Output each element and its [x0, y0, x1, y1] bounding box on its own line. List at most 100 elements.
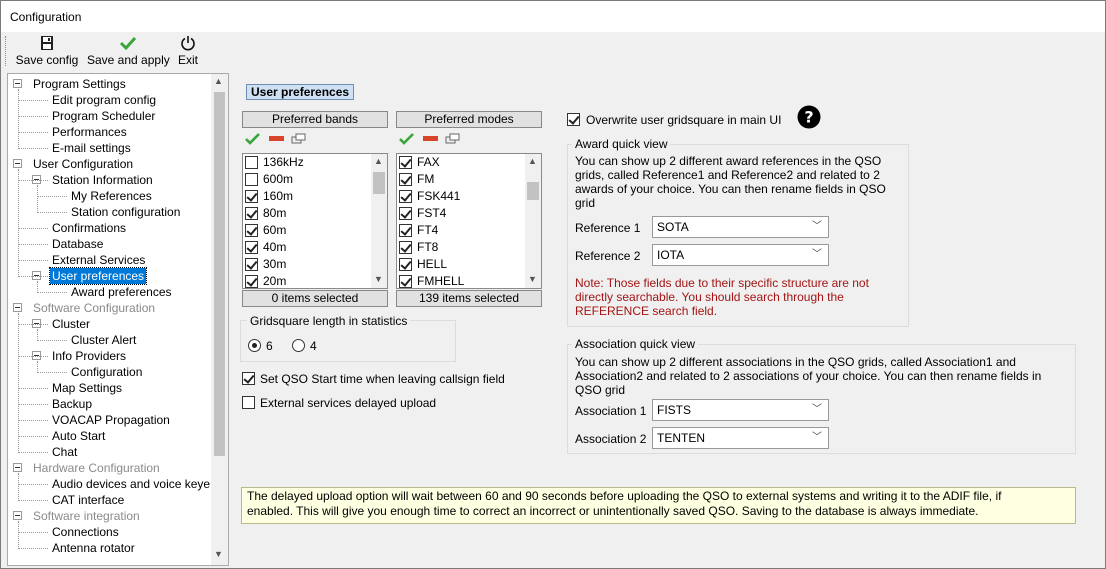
mode-list-item[interactable]: FM	[399, 171, 523, 188]
bands-scrollbar[interactable]: ▲ ▼	[371, 154, 387, 288]
bands-scroll-up-icon[interactable]: ▲	[374, 156, 383, 166]
band-list-item[interactable]: 160m	[245, 188, 369, 205]
tree-item-antenna-rotator[interactable]: Antenna rotator	[50, 540, 137, 556]
bands-scroll-thumb[interactable]	[373, 172, 385, 194]
tree-item-cat-interface[interactable]: CAT interface	[50, 492, 126, 508]
mode-item-checkbox[interactable]	[399, 190, 412, 203]
mode-list-item[interactable]: FMHELL	[399, 273, 523, 288]
modes-check-all-icon[interactable]	[399, 133, 415, 145]
mode-item-checkbox[interactable]	[399, 224, 412, 237]
bands-scroll-down-icon[interactable]: ▼	[374, 274, 383, 284]
band-item-checkbox[interactable]	[245, 224, 258, 237]
band-list-item[interactable]: 136kHz	[245, 154, 369, 171]
mode-list-item[interactable]: FAX	[399, 154, 523, 171]
association2-select[interactable]: TENTEN ﹀	[652, 427, 829, 449]
tree-item-cluster[interactable]: Cluster	[50, 316, 92, 332]
band-list-item[interactable]: 40m	[245, 239, 369, 256]
tree-item-map-settings[interactable]: Map Settings	[50, 380, 124, 396]
tree-item-backup[interactable]: Backup	[50, 396, 94, 412]
reference2-select[interactable]: IOTA ﹀	[652, 244, 829, 266]
tree-item-station-information[interactable]: Station Information	[50, 172, 155, 188]
tree-collapse-icon[interactable]	[13, 303, 22, 312]
mode-list-item[interactable]: HELL	[399, 256, 523, 273]
tree-item-program-settings[interactable]: Program Settings	[31, 76, 128, 92]
tree-item-audio-devices-and-voice-keye[interactable]: Audio devices and voice keye	[50, 476, 212, 492]
toolbar-grip[interactable]	[5, 36, 7, 66]
tree-item-auto-start[interactable]: Auto Start	[50, 428, 107, 444]
tree-item-hardware-configuration[interactable]: Hardware Configuration	[31, 460, 162, 476]
scroll-up-icon[interactable]: ▲	[214, 76, 223, 86]
tree-collapse-icon[interactable]	[13, 79, 22, 88]
tree-item-database[interactable]: Database	[50, 236, 105, 252]
tree-item-chat[interactable]: Chat	[50, 444, 79, 460]
save-config-button[interactable]: Save config	[15, 35, 79, 67]
mode-item-checkbox[interactable]	[399, 241, 412, 254]
tree-item-e-mail-settings[interactable]: E-mail settings	[50, 140, 133, 156]
mode-item-checkbox[interactable]	[399, 173, 412, 186]
band-list-item[interactable]: 80m	[245, 205, 369, 222]
set-qso-start-checkbox[interactable]	[242, 372, 255, 385]
tree-item-my-references[interactable]: My References	[69, 188, 154, 204]
modes-scroll-up-icon[interactable]: ▲	[528, 156, 537, 166]
exit-button[interactable]: Exit	[175, 35, 201, 67]
tree-item-station-configuration[interactable]: Station configuration	[69, 204, 182, 220]
modes-invert-selection-icon[interactable]	[445, 133, 461, 145]
mode-list-item[interactable]: FT8	[399, 239, 523, 256]
tree-item-external-services[interactable]: External Services	[50, 252, 147, 268]
modes-scroll-thumb[interactable]	[527, 182, 539, 200]
band-item-checkbox[interactable]	[245, 207, 258, 220]
help-icon[interactable]: ?	[797, 105, 821, 129]
tree-item-performances[interactable]: Performances	[50, 124, 129, 140]
band-item-checkbox[interactable]	[245, 190, 258, 203]
modes-uncheck-all-icon[interactable]	[423, 135, 439, 143]
gridsquare-6-radio[interactable]	[248, 339, 261, 352]
band-list-item[interactable]: 60m	[245, 222, 369, 239]
tree-item-configuration[interactable]: Configuration	[69, 364, 144, 380]
external-delayed-checkbox[interactable]	[242, 396, 255, 409]
band-item-checkbox[interactable]	[245, 156, 258, 169]
tree-item-info-providers[interactable]: Info Providers	[50, 348, 128, 364]
preferred-modes-list[interactable]: FAX FM FSK441 FST4 FT4 FT8 HELL FMHELL ▲ ▼	[396, 153, 542, 289]
tree-item-user-preferences[interactable]: User preferences	[48, 267, 148, 285]
band-item-checkbox[interactable]	[245, 258, 258, 271]
tree-vertical-scrollbar[interactable]: ▲ ▼	[211, 74, 228, 565]
mode-item-checkbox[interactable]	[399, 207, 412, 220]
tree-item-program-scheduler[interactable]: Program Scheduler	[50, 108, 157, 124]
tree-item-software-configuration[interactable]: Software Configuration	[31, 300, 157, 316]
scroll-down-icon[interactable]: ▼	[214, 549, 223, 559]
band-list-item[interactable]: 600m	[245, 171, 369, 188]
band-list-item[interactable]: 30m	[245, 256, 369, 273]
modes-scrollbar[interactable]: ▲ ▼	[525, 154, 541, 288]
tree-collapse-icon[interactable]	[13, 463, 22, 472]
check-all-icon[interactable]	[245, 133, 261, 145]
gridsquare-4-radio[interactable]	[292, 339, 305, 352]
band-item-checkbox[interactable]	[245, 275, 258, 288]
mode-list-item[interactable]: FSK441	[399, 188, 523, 205]
mode-item-checkbox[interactable]	[399, 156, 412, 169]
band-item-checkbox[interactable]	[245, 241, 258, 254]
tree-item-voacap-propagation[interactable]: VOACAP Propagation	[50, 412, 172, 428]
tree-collapse-icon[interactable]	[13, 159, 22, 168]
mode-list-item[interactable]: FST4	[399, 205, 523, 222]
overwrite-gridsquare-checkbox[interactable]	[567, 113, 580, 126]
tree-item-connections[interactable]: Connections	[50, 524, 121, 540]
band-list-item[interactable]: 20m	[245, 273, 369, 288]
tree-item-cluster-alert[interactable]: Cluster Alert	[69, 332, 138, 348]
tree-item-software-integration[interactable]: Software integration	[31, 508, 142, 524]
modes-scroll-down-icon[interactable]: ▼	[528, 274, 537, 284]
tree-collapse-icon[interactable]	[13, 511, 22, 520]
preferred-bands-list[interactable]: 136kHz 600m 160m 80m 60m 40m 30m 20m ▲ ▼	[242, 153, 388, 289]
save-and-apply-button[interactable]: Save and apply	[87, 35, 170, 67]
reference1-select[interactable]: SOTA ﹀	[652, 216, 829, 238]
tree-item-award-preferences[interactable]: Award preferences	[69, 284, 174, 300]
tree-item-edit-program-config[interactable]: Edit program config	[50, 92, 158, 108]
mode-item-checkbox[interactable]	[399, 275, 412, 288]
mode-item-checkbox[interactable]	[399, 258, 412, 271]
mode-list-item[interactable]: FT4	[399, 222, 523, 239]
tree-scroll-thumb[interactable]	[214, 92, 225, 456]
association1-select[interactable]: FISTS ﹀	[652, 399, 829, 421]
tree-item-confirmations[interactable]: Confirmations	[50, 220, 128, 236]
uncheck-all-icon[interactable]	[269, 135, 285, 143]
tree-item-user-configuration[interactable]: User Configuration	[31, 156, 135, 172]
band-item-checkbox[interactable]	[245, 173, 258, 186]
